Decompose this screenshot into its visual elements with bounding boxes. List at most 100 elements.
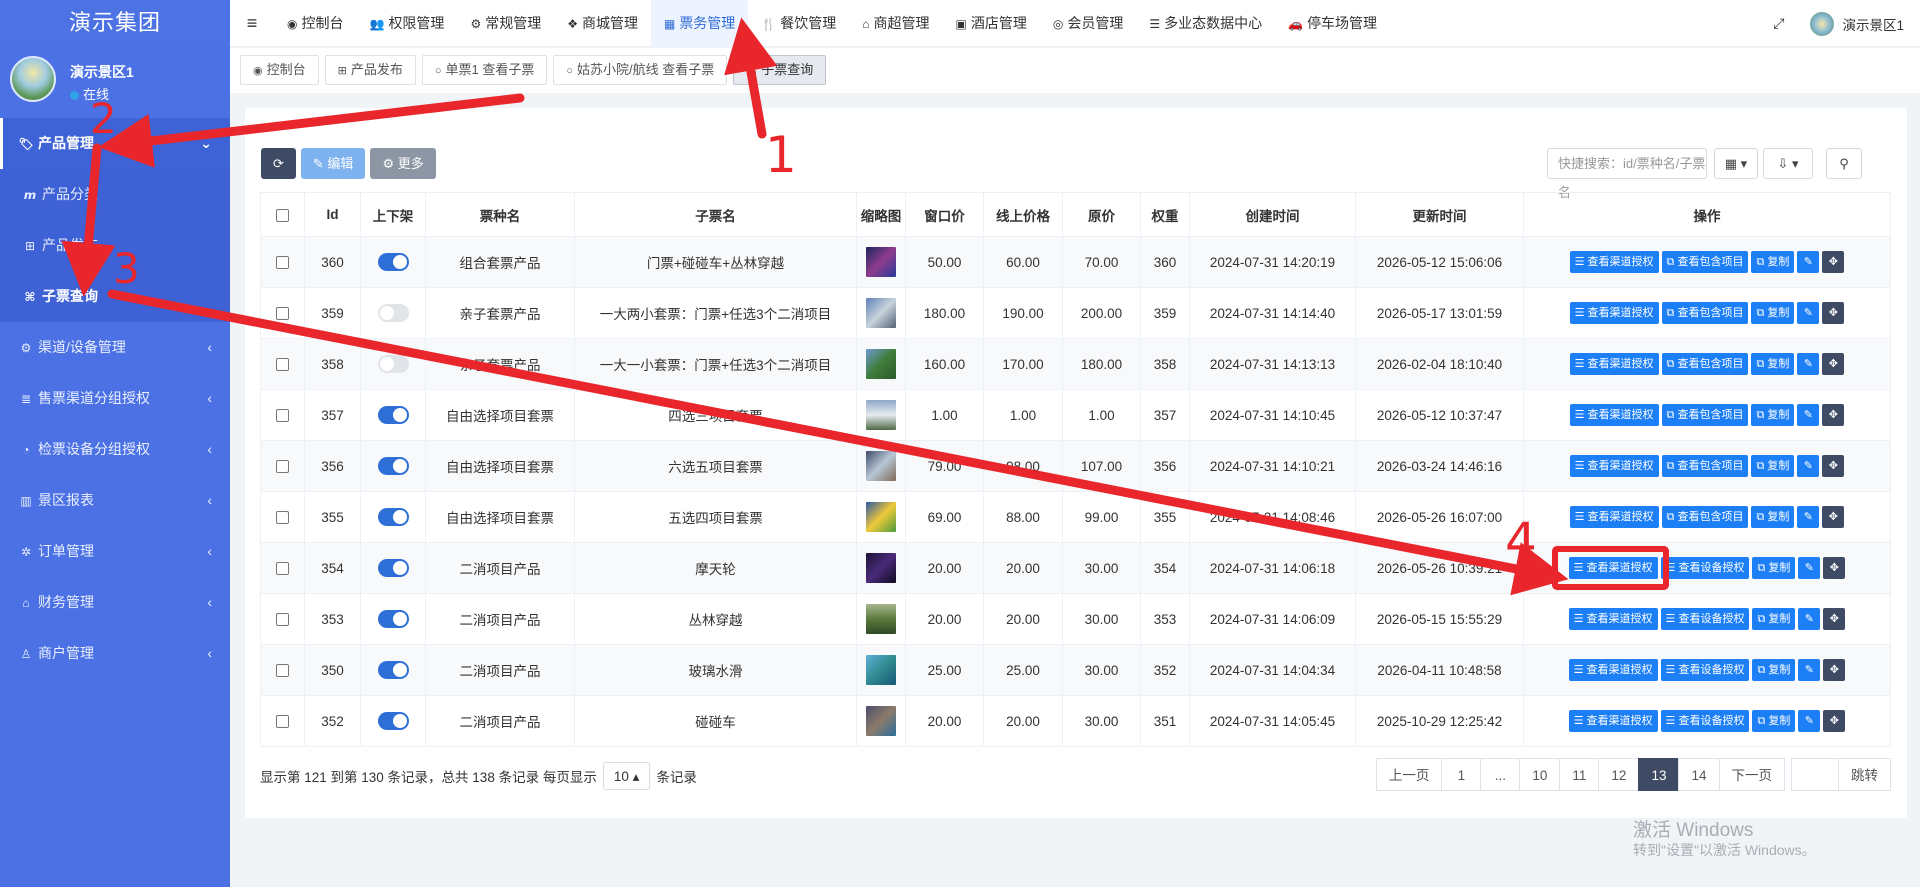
drag-handle-button[interactable]: ✥ [1822, 251, 1845, 273]
columns-toggle-button[interactable]: ▦ ▾ [1714, 148, 1758, 179]
page-size-select[interactable]: 10 ▴ [602, 762, 651, 790]
table-row[interactable]: 354 二消项目产品 摩天轮 20.00 20.00 30.00 354 2024-07-31… [260, 542, 1891, 594]
row-checkbox[interactable] [276, 256, 289, 270]
prev-page-button[interactable]: 上一页 [1375, 758, 1443, 791]
row-checkbox[interactable] [276, 409, 289, 423]
nav-data-center[interactable]: ☰ 多业态数据中心 [1136, 0, 1275, 47]
edit-row-button[interactable]: ✎ [1798, 710, 1821, 732]
copy-button[interactable]: ⧉ 复制 [1752, 557, 1796, 579]
table-row[interactable]: 360 组合套票产品 门票+碰碰车+丛林穿越 50.00 60.00 70.00 360 20… [260, 236, 1891, 288]
row-checkbox[interactable] [276, 664, 289, 678]
row-select-cell[interactable] [260, 389, 305, 441]
edit-row-button[interactable]: ✎ [1797, 404, 1820, 426]
thumbnail-image[interactable] [866, 604, 896, 634]
view-items-button[interactable]: ⧉ 查看包含项目 [1661, 404, 1749, 426]
fullscreen-icon[interactable]: ⤢ [1773, 15, 1784, 32]
thumbnail-image[interactable] [866, 298, 896, 328]
status-toggle[interactable] [377, 610, 409, 628]
sidebar-item-reports[interactable]: ▥ 景区报表 ‹ [0, 475, 230, 526]
edit-row-button[interactable]: ✎ [1797, 455, 1820, 477]
status-toggle[interactable] [377, 712, 409, 730]
view-channel-auth-button[interactable]: ☰ 查看渠道授权 [1568, 710, 1658, 732]
nav-parking[interactable]: 🚗 停车场管理 [1275, 0, 1390, 47]
drag-handle-button[interactable]: ✥ [1823, 608, 1846, 630]
view-items-button[interactable]: ☰ 查看设备授权 [1660, 608, 1750, 630]
jump-button[interactable]: 跳转 [1838, 758, 1891, 791]
copy-button[interactable]: ⧉ 复制 [1752, 659, 1796, 681]
copy-button[interactable]: ⧉ 复制 [1752, 608, 1796, 630]
sidebar-item-merchant[interactable]: ♙ 商户管理 ‹ [0, 628, 230, 679]
edit-row-button[interactable]: ✎ [1797, 251, 1820, 273]
hamburger-menu-icon[interactable]: ≡ [230, 13, 274, 34]
page-14[interactable]: 14 [1678, 758, 1720, 791]
drag-handle-button[interactable]: ✥ [1822, 404, 1845, 426]
tab-product-publish[interactable]: ⊞ 产品发布 [324, 55, 416, 85]
row-select-cell[interactable] [260, 236, 305, 288]
edit-row-button[interactable]: ✎ [1798, 557, 1821, 579]
thumbnail-image[interactable] [866, 451, 896, 481]
sidebar-item-channel-group[interactable]: ≣ 售票渠道分组授权 ‹ [0, 373, 230, 424]
page-10[interactable]: 10 [1519, 758, 1561, 791]
sidebar-item-channel-device[interactable]: ⚙ 渠道/设备管理 ‹ [0, 322, 230, 373]
top-avatar[interactable] [1810, 11, 1835, 36]
row-select-cell[interactable] [260, 644, 305, 696]
search-input[interactable]: 快捷搜索：id/票种名/子票名 [1547, 148, 1707, 200]
drag-handle-button[interactable]: ✥ [1822, 506, 1845, 528]
jump-page-input[interactable] [1791, 758, 1839, 791]
row-select-cell[interactable] [260, 542, 305, 594]
copy-button[interactable]: ⧉ 复制 [1751, 455, 1795, 477]
thumbnail-image[interactable] [866, 553, 896, 583]
thumbnail-image[interactable] [866, 502, 896, 532]
tab-dashboard[interactable]: ◉ 控制台 [240, 55, 319, 85]
edit-row-button[interactable]: ✎ [1798, 608, 1821, 630]
brand-logo[interactable]: 演示集团 [0, 0, 230, 46]
view-items-button[interactable]: ⧉ 查看包含项目 [1661, 302, 1749, 324]
view-items-button[interactable]: ☰ 查看设备授权 [1660, 557, 1750, 579]
page-13-current[interactable]: 13 [1638, 758, 1680, 791]
select-all-checkbox[interactable] [260, 192, 305, 237]
row-select-cell[interactable] [260, 593, 305, 645]
copy-button[interactable]: ⧉ 复制 [1751, 251, 1795, 273]
view-channel-auth-button[interactable]: ☰ 查看渠道授权 [1569, 455, 1659, 477]
row-select-cell[interactable] [260, 287, 305, 339]
edit-row-button[interactable]: ✎ [1798, 659, 1821, 681]
edit-row-button[interactable]: ✎ [1797, 353, 1820, 375]
nav-mall[interactable]: ❖ 商城管理 [554, 0, 651, 47]
next-page-button[interactable]: 下一页 [1718, 758, 1785, 791]
table-row[interactable]: 359 亲子套票产品 一大两小套票：门票+任选3个二消项目 180.00 190.00 2… [260, 287, 1891, 339]
page-12[interactable]: 12 [1598, 758, 1640, 791]
sidebar-item-product-category[interactable]: 𝙢 产品分类 [0, 169, 230, 220]
sidebar-item-device-group[interactable]: ◔ 检票设备分组授权 ‹ [0, 424, 230, 475]
more-button[interactable]: ⚙ 更多 [370, 148, 436, 179]
view-items-button[interactable]: ⧉ 查看包含项目 [1661, 251, 1749, 273]
thumbnail-image[interactable] [866, 349, 896, 379]
tab-subticket-query[interactable]: ⌘ 子票查询 [733, 55, 827, 85]
nav-supermarket[interactable]: ⌂ 商超管理 [849, 0, 942, 47]
top-user-name[interactable]: 演示景区1 [1842, 14, 1904, 34]
sidebar-item-orders[interactable]: ✲ 订单管理 ‹ [0, 526, 230, 577]
page-1[interactable]: 1 [1441, 758, 1482, 791]
status-toggle[interactable] [377, 355, 409, 373]
status-toggle[interactable] [377, 253, 409, 271]
nav-permissions[interactable]: 👥 权限管理 [356, 0, 457, 47]
view-channel-auth-button[interactable]: ☰ 查看渠道授权 [1569, 302, 1659, 324]
nav-dashboard[interactable]: ◉ 控制台 [274, 0, 356, 47]
status-toggle[interactable] [377, 559, 409, 577]
col-id[interactable]: Id [304, 192, 361, 237]
export-button[interactable]: ⇩ ▾ [1763, 148, 1813, 179]
row-select-cell[interactable] [260, 440, 305, 492]
row-select-cell[interactable] [260, 491, 305, 543]
tab-single-ticket[interactable]: ○ 单票1 查看子票 [421, 55, 548, 85]
row-checkbox[interactable] [276, 358, 289, 372]
copy-button[interactable]: ⧉ 复制 [1752, 710, 1796, 732]
drag-handle-button[interactable]: ✥ [1823, 710, 1846, 732]
view-items-button[interactable]: ☰ 查看设备授权 [1660, 710, 1750, 732]
drag-handle-button[interactable]: ✥ [1823, 659, 1846, 681]
view-items-button[interactable]: ⧉ 查看包含项目 [1661, 353, 1749, 375]
drag-handle-button[interactable]: ✥ [1822, 353, 1845, 375]
nav-hotel[interactable]: ▣ 酒店管理 [943, 0, 1040, 47]
edit-row-button[interactable]: ✎ [1797, 302, 1820, 324]
drag-handle-button[interactable]: ✥ [1822, 455, 1845, 477]
view-channel-auth-button[interactable]: ☰ 查看渠道授权 [1569, 251, 1659, 273]
status-toggle[interactable] [377, 661, 409, 679]
